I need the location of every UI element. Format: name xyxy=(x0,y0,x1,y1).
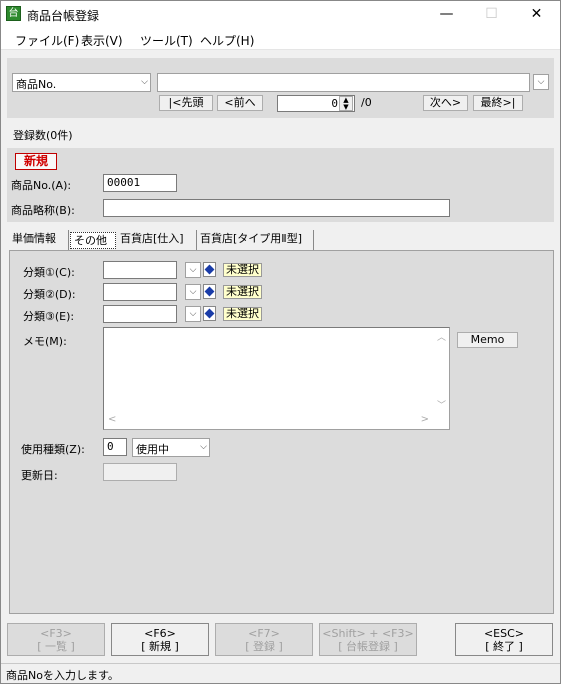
window-title: 商品台帳登録 xyxy=(27,9,100,23)
category1-label: 分類①(C): xyxy=(23,266,75,279)
search-keyword-input[interactable] xyxy=(157,73,530,92)
maximize-button[interactable]: ☐ xyxy=(469,1,514,28)
tab-dept-store-purchase[interactable]: 百貨店[仕入] xyxy=(117,230,197,250)
category2-input[interactable] xyxy=(103,283,177,301)
category3-status: 未選択 xyxy=(223,307,262,321)
category3-select-icon[interactable] xyxy=(203,306,216,321)
tab-content-panel xyxy=(9,250,554,614)
prev-record-button[interactable]: <前へ xyxy=(217,95,263,111)
abbrev-label: 商品略称(B): xyxy=(11,204,75,217)
category3-input[interactable] xyxy=(103,305,177,323)
chevron-down-icon: ⌵ xyxy=(141,77,148,87)
product-no-input[interactable]: 00001 xyxy=(103,174,177,192)
next-record-button[interactable]: 次へ> xyxy=(423,95,468,111)
category1-select-icon[interactable] xyxy=(203,262,216,277)
scroll-down-icon[interactable]: ﹀ xyxy=(437,398,446,411)
menu-view[interactable]: 表示(V) xyxy=(81,32,123,49)
search-field-value: 商品No. xyxy=(16,78,57,91)
status-text: 商品Noを入力します。 xyxy=(6,669,119,682)
page-total: /0 xyxy=(361,96,372,109)
first-record-button[interactable]: |<先頭 xyxy=(159,95,213,111)
search-panel: 商品No. ⌵ ⌵ |<先頭 <前へ 0 ▲ ▼ /0 次へ> 最終>| xyxy=(7,58,554,118)
memo-vertical-scrollbar[interactable]: ︿ ﹀ xyxy=(433,328,449,413)
menu-help[interactable]: ヘルプ(H) xyxy=(200,32,254,49)
menu-tools[interactable]: ツール(T) xyxy=(140,32,193,49)
scroll-left-icon[interactable]: < xyxy=(108,414,116,425)
esc-exit-button[interactable]: <ESC> [ 終了 ] xyxy=(455,623,553,656)
abbrev-input[interactable] xyxy=(103,199,450,217)
status-bar: 商品Noを入力します。 xyxy=(1,663,560,683)
f7-key-label: <F7> xyxy=(248,627,280,640)
f3-list-button[interactable]: <F3> [ 一覧 ] xyxy=(7,623,105,656)
shift-f3-key-label: <Shift> + <F3> xyxy=(322,627,414,640)
usage-select[interactable]: 使用中 ⌵ xyxy=(132,438,210,457)
tab-dept-store-type2[interactable]: 百貨店[タイプ用Ⅱ型] xyxy=(197,230,314,250)
f7-register-button[interactable]: <F7> [ 登録 ] xyxy=(215,623,313,656)
app-icon: 台 xyxy=(6,6,21,21)
usage-select-value: 使用中 xyxy=(136,443,169,456)
page-spinner[interactable]: ▲ ▼ xyxy=(339,96,353,111)
category2-select-icon[interactable] xyxy=(203,284,216,299)
product-no-label: 商品No.(A): xyxy=(11,179,72,192)
f3-key-label: <F3> xyxy=(40,627,72,640)
shift-f3-action-label: [ 台帳登録 ] xyxy=(338,640,398,653)
shift-f3-ledger-button[interactable]: <Shift> + <F3> [ 台帳登録 ] xyxy=(319,623,417,656)
chevron-down-icon: ⌵ xyxy=(200,442,207,452)
updated-label: 更新日: xyxy=(21,469,58,482)
search-field-select[interactable]: 商品No. ⌵ xyxy=(12,73,151,92)
memo-button[interactable]: Memo xyxy=(457,332,518,348)
f3-action-label: [ 一覧 ] xyxy=(37,640,75,653)
f6-action-label: [ 新規 ] xyxy=(141,640,179,653)
scroll-up-icon[interactable]: ︿ xyxy=(437,330,446,343)
tab-other[interactable]: その他 xyxy=(70,232,116,249)
category2-label: 分類②(D): xyxy=(23,288,76,301)
title-bar: 台 商品台帳登録 — ☐ ✕ xyxy=(1,1,560,28)
category1-dropdown[interactable]: ⌵ xyxy=(185,262,201,278)
category3-dropdown[interactable]: ⌵ xyxy=(185,306,201,322)
mode-badge: 新規 xyxy=(15,153,57,170)
menu-file[interactable]: ファイル(F) xyxy=(15,32,79,49)
f6-key-label: <F6> xyxy=(144,627,176,640)
last-record-button[interactable]: 最終>| xyxy=(473,95,523,111)
close-button[interactable]: ✕ xyxy=(514,1,559,28)
usage-code-input[interactable]: 0 xyxy=(103,438,127,456)
main-window: 台 商品台帳登録 — ☐ ✕ ファイル(F) 表示(V) ツール(T) ヘルプ(… xyxy=(0,0,561,684)
category2-status: 未選択 xyxy=(223,285,262,299)
scroll-right-icon[interactable]: > xyxy=(421,414,429,425)
record-count: 登録数(0件) xyxy=(13,129,73,142)
category1-status: 未選択 xyxy=(223,263,262,277)
f7-action-label: [ 登録 ] xyxy=(245,640,283,653)
memo-textarea[interactable]: ︿ ﹀ < > xyxy=(103,327,450,430)
tab-unit-price[interactable]: 単価情報 xyxy=(9,230,69,250)
category2-dropdown[interactable]: ⌵ xyxy=(185,284,201,300)
f6-new-button[interactable]: <F6> [ 新規 ] xyxy=(111,623,209,656)
category3-label: 分類③(E): xyxy=(23,310,75,323)
updated-date-field xyxy=(103,463,177,481)
search-keyword-dropdown[interactable]: ⌵ xyxy=(533,74,549,90)
esc-key-label: <ESC> xyxy=(483,627,525,640)
memo-label: メモ(M): xyxy=(23,335,67,348)
menu-bar: ファイル(F) 表示(V) ツール(T) ヘルプ(H) xyxy=(1,28,560,50)
minimize-button[interactable]: — xyxy=(424,1,469,28)
category1-input[interactable] xyxy=(103,261,177,279)
esc-action-label: [ 終了 ] xyxy=(485,640,523,653)
usage-label: 使用種類(Z): xyxy=(21,443,85,456)
memo-horizontal-scrollbar[interactable]: < > xyxy=(104,413,433,429)
